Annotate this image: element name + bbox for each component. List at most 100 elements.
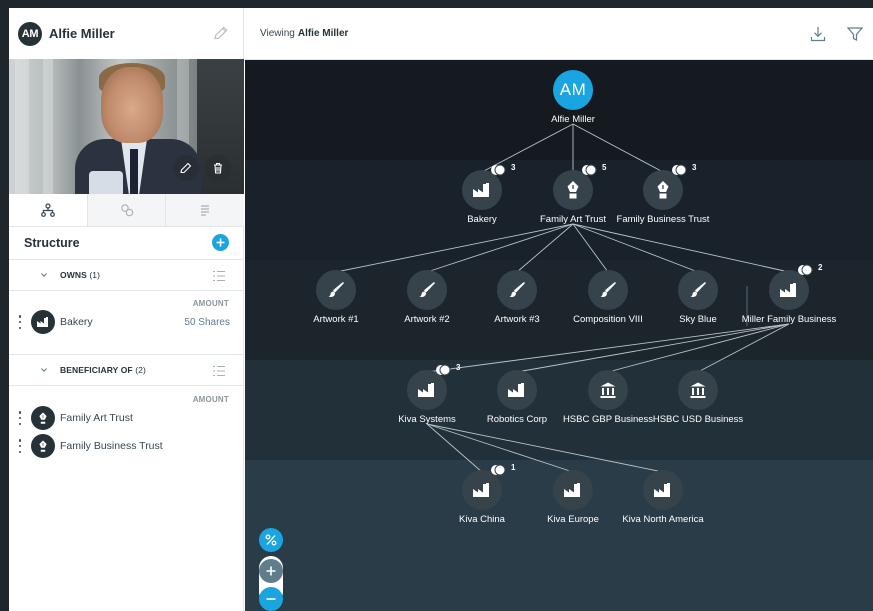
owns-section-toggle[interactable]: OWNS (1) [9, 259, 244, 291]
pencil-icon [180, 162, 192, 174]
graph-edges [335, 123, 790, 473]
badge-count: 3 [511, 163, 516, 172]
beneficiary-section-toggle[interactable]: BENEFICIARY OF (2) [9, 354, 244, 386]
list-item[interactable]: Family Art Trust [9, 405, 244, 431]
beneficiary-label: BENEFICIARY OF (2) [60, 365, 146, 375]
trash-icon [214, 162, 222, 174]
percent-icon [265, 534, 277, 546]
bank-icon [678, 370, 718, 410]
kebab-menu-icon[interactable] [18, 439, 22, 453]
factory-icon [553, 470, 593, 510]
minus-icon [266, 598, 276, 600]
trust-pen-icon [643, 170, 683, 210]
factory-icon [462, 170, 502, 210]
node-label: Kiva Europe [547, 514, 599, 525]
filter-icon[interactable] [846, 25, 864, 43]
graph-edge [572, 223, 790, 273]
badge-count: 3 [692, 163, 697, 172]
node-label: Family Art Trust [540, 214, 606, 225]
graph-edge [426, 323, 790, 373]
node-label: Kiva North America [622, 514, 704, 525]
structure-graph[interactable]: AM Alfie Miller Bakery 3 Family Art Trust 5 Fa… [245, 60, 873, 611]
tab-details[interactable] [165, 194, 245, 226]
factory-icon [462, 470, 502, 510]
graph-edge [516, 323, 790, 373]
node-label: Kiva Systems [398, 414, 456, 425]
profile-photo [9, 59, 244, 194]
ownership-badge-icon [490, 163, 506, 176]
kebab-menu-icon[interactable] [18, 315, 22, 329]
node-label: Miller Family Business [741, 314, 837, 325]
structure-header: Structure [9, 227, 244, 259]
entity-name: Family Art Trust [60, 412, 133, 424]
avatar: AM [553, 70, 593, 110]
node-label: Bakery [467, 214, 497, 225]
fit-to-screen-button[interactable] [259, 528, 283, 552]
profile-name: Alfie Miller [49, 26, 115, 41]
graph-edge [426, 423, 483, 473]
amount-header: AMOUNT [192, 395, 229, 404]
node-label: HSBC USD Business [652, 414, 744, 425]
avatar-initials: AM [559, 80, 587, 99]
tab-structure[interactable] [9, 194, 87, 226]
zoom-in-button[interactable] [259, 559, 283, 583]
plus-icon [266, 566, 276, 576]
trust-pen-icon [31, 434, 55, 458]
link-icon [120, 204, 133, 217]
brush-icon [588, 270, 628, 310]
ownership-badge-icon [581, 163, 597, 176]
ownership-badge-icon [671, 163, 687, 176]
structure-view: Viewing Alfie Miller AM Alfie Miller Baker… [245, 8, 873, 611]
list-item[interactable]: Family Business Trust [9, 433, 244, 459]
entity-name: Bakery [60, 316, 93, 328]
chevron-down-icon [41, 368, 47, 373]
graph-edge [426, 223, 574, 273]
viewing-name: Alfie Miller [297, 28, 349, 39]
owns-label: OWNS (1) [60, 270, 101, 280]
list-icon[interactable] [212, 364, 226, 378]
graph-edge [697, 323, 790, 373]
node-label: Composition VIII [573, 314, 643, 325]
graph-edge [335, 223, 574, 273]
entity-amount: 50 Shares [184, 316, 230, 328]
factory-icon [643, 470, 683, 510]
list-item[interactable]: Bakery 50 Shares [9, 309, 244, 335]
node-label: HSBC GBP Business [562, 414, 654, 425]
factory-icon [31, 310, 55, 334]
zoom-out-button[interactable] [259, 587, 283, 611]
chevron-down-icon [41, 273, 47, 278]
ownership-badge-icon [797, 263, 813, 276]
node-label: Artwork #1 [313, 314, 359, 325]
badge-count: 2 [818, 263, 823, 272]
ownership-badge-icon [435, 363, 451, 376]
viewing-prefix: Viewing [260, 28, 295, 39]
node-label: Artwork #3 [494, 314, 540, 325]
factory-icon [407, 370, 447, 410]
brush-icon [407, 270, 447, 310]
ownership-badge-icon [490, 463, 506, 476]
pencil-icon[interactable] [212, 24, 230, 42]
brush-icon [316, 270, 356, 310]
app-window: AM Alfie Miller Structure OWNS (1) AMOUN… [9, 8, 873, 611]
delete-photo-button[interactable] [205, 155, 231, 181]
node-label: Alfie Miller [551, 114, 595, 125]
badge-count: 5 [602, 163, 607, 172]
avatar[interactable]: AM [18, 21, 42, 46]
factory-icon [769, 270, 809, 310]
hierarchy-icon [40, 203, 55, 217]
tab-relationships[interactable] [86, 194, 166, 226]
download-icon[interactable] [809, 25, 827, 43]
document-icon [201, 205, 210, 216]
kebab-menu-icon[interactable] [18, 411, 22, 425]
node-label: Robotics Corp [486, 414, 548, 425]
trust-pen-icon [553, 170, 593, 210]
list-icon[interactable] [212, 269, 226, 283]
node-label: Sky Blue [679, 314, 717, 325]
add-entity-button[interactable] [212, 234, 229, 251]
amount-header: AMOUNT [192, 299, 229, 308]
edit-photo-button[interactable] [173, 155, 199, 181]
profile-sidebar: AM Alfie Miller Structure OWNS (1) AMOUN… [9, 8, 245, 611]
factory-icon [497, 370, 537, 410]
sidebar-tabs [9, 194, 245, 227]
badge-count: 3 [456, 363, 461, 372]
